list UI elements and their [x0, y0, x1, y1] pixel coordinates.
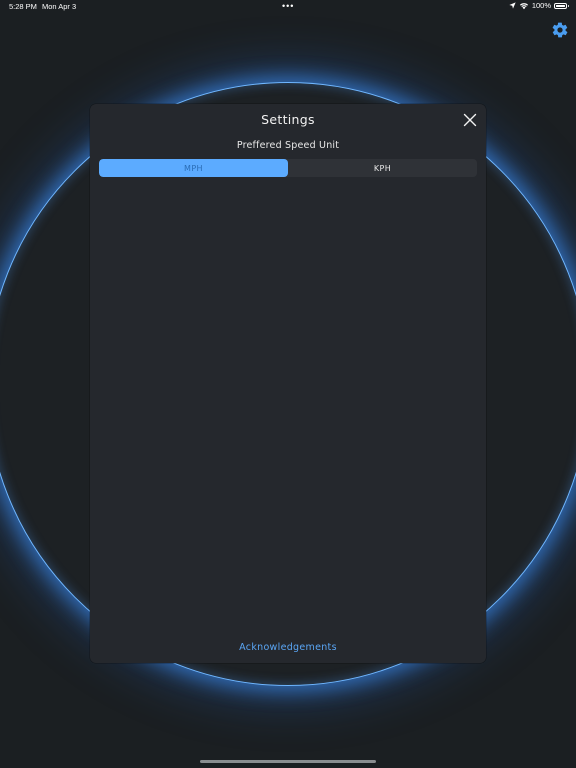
close-icon[interactable] — [463, 113, 477, 127]
screen: 5:28 PM Mon Apr 3 ••• 100% Settings Pref… — [0, 0, 576, 768]
settings-modal — [90, 104, 486, 663]
status-time: 5:28 PM — [9, 2, 37, 11]
modal-title: Settings — [261, 112, 315, 127]
battery-percent: 100% — [531, 1, 551, 10]
speed-unit-segmented-control: MPH KPH — [99, 159, 477, 177]
gear-icon[interactable] — [551, 21, 569, 39]
status-bar: 5:28 PM Mon Apr 3 ••• 100% — [0, 0, 576, 14]
location-arrow-icon — [509, 2, 516, 9]
home-indicator[interactable] — [200, 760, 376, 763]
status-date: Mon Apr 3 — [42, 2, 77, 11]
status-right: 100% — [509, 1, 569, 10]
battery-icon — [554, 2, 569, 9]
segment-kph[interactable]: KPH — [288, 159, 477, 177]
acknowledgements-link[interactable]: Acknowledgements — [90, 642, 486, 653]
wifi-icon — [519, 2, 528, 9]
multitasking-dots[interactable]: ••• — [282, 2, 294, 11]
battery-fill — [556, 4, 565, 7]
speed-unit-label: Preffered Speed Unit — [236, 140, 340, 151]
segment-mph[interactable]: MPH — [99, 159, 288, 177]
